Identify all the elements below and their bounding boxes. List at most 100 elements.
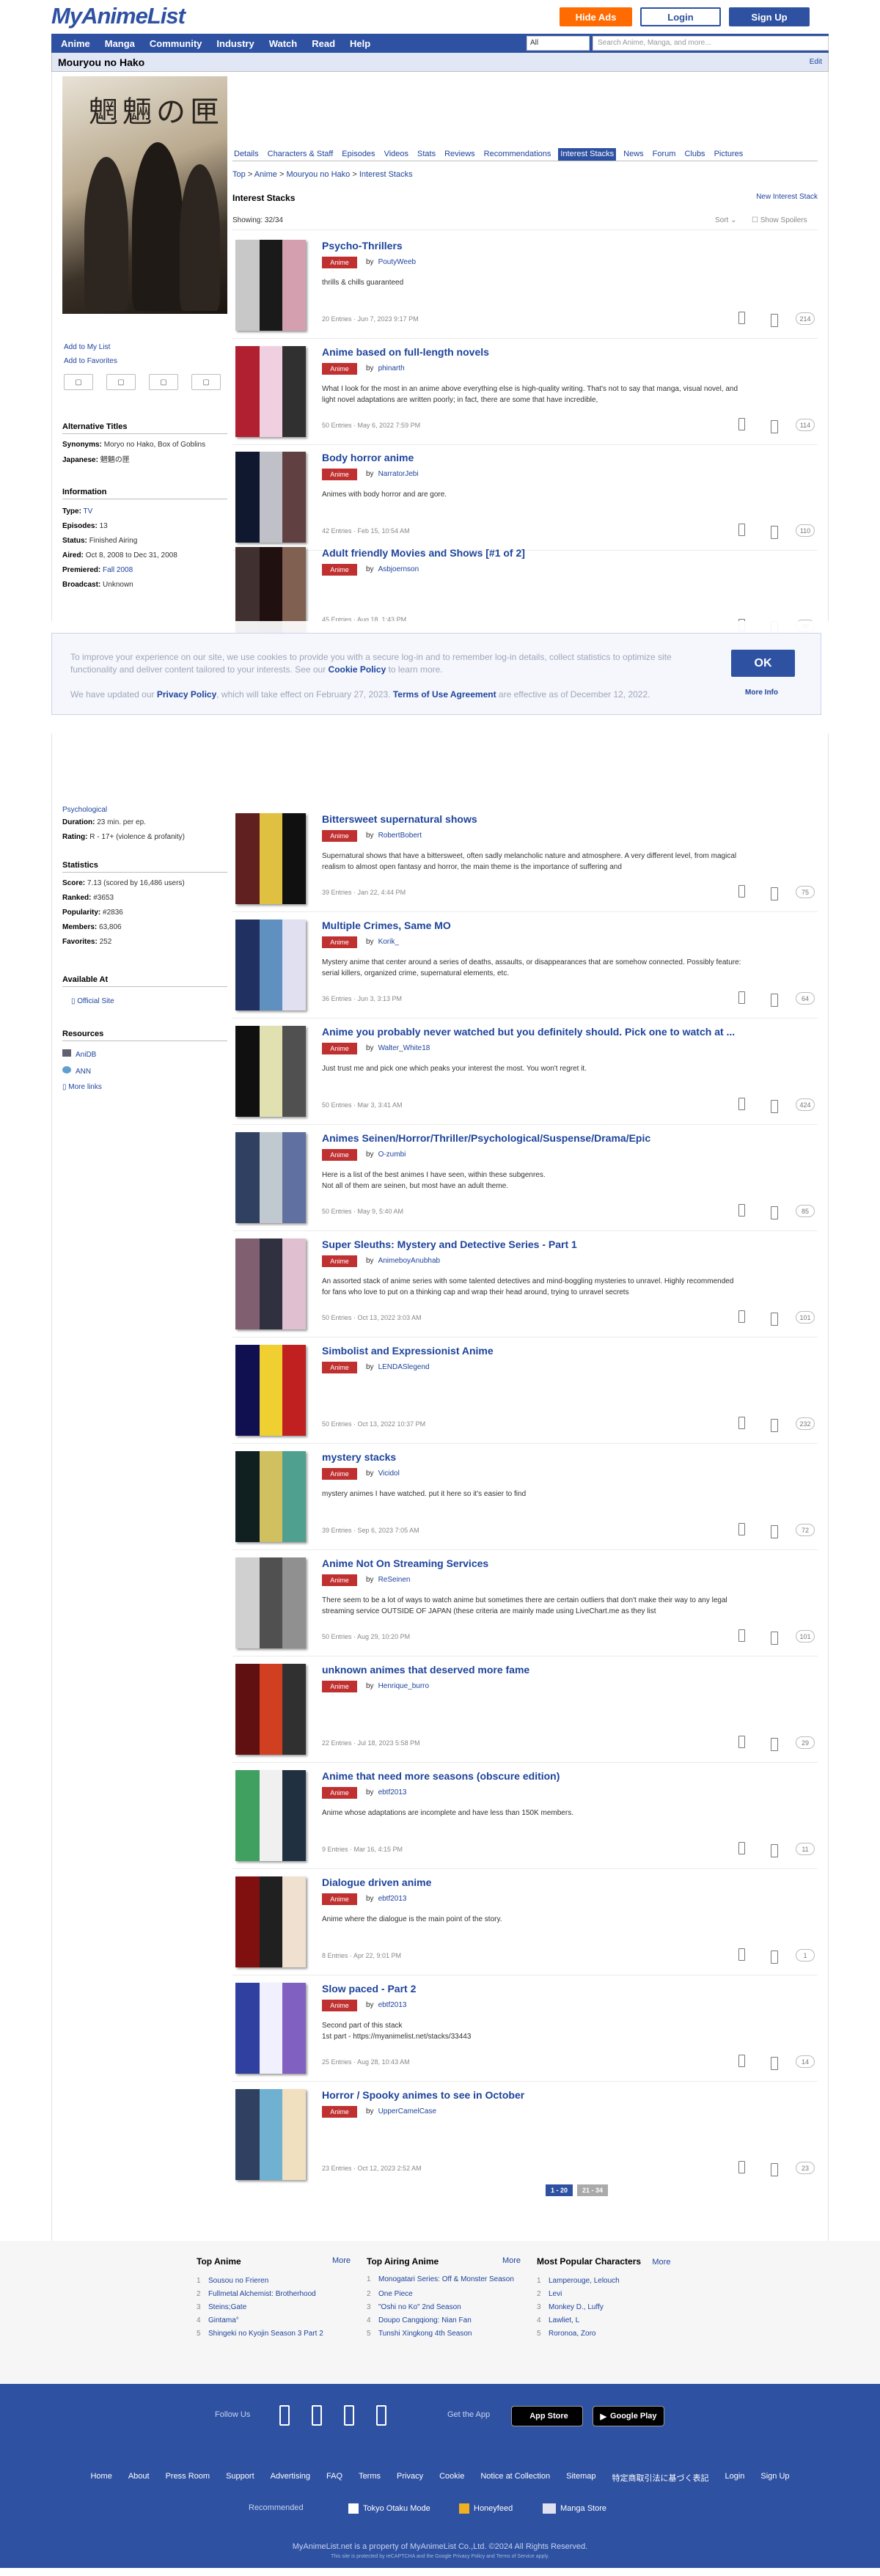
add-to-favorites-link[interactable]: Add to Favorites (64, 357, 117, 365)
stack-author-link[interactable]: ebtf2013 (378, 2001, 407, 2009)
stack-cover-image[interactable] (235, 1451, 306, 1542)
tab-forum[interactable]: Forum (651, 148, 678, 161)
stack-title[interactable]: Anime based on full-length novels (322, 346, 791, 358)
top-airing-item[interactable]: 2 One Piece (367, 2288, 521, 2301)
bookmark-icon[interactable] (771, 2057, 778, 2070)
add-to-list-link[interactable]: Add to My List (64, 343, 110, 351)
site-logo[interactable]: MyAnimeList (51, 3, 186, 29)
top-airing-item[interactable]: 1 Monogatari Series: Off & Monster Season (367, 2275, 521, 2285)
honeyfeed-link[interactable]: Honeyfeed (459, 2503, 513, 2514)
google-play-button[interactable]: ▶ Google Play (593, 2406, 664, 2426)
top-anime-item[interactable]: 4 Gintama° (197, 2314, 351, 2327)
footer-link-faq[interactable]: FAQ (326, 2472, 342, 2484)
edit-link[interactable]: Edit (810, 58, 822, 66)
comment-icon[interactable] (738, 2055, 745, 2067)
stack-title[interactable]: Horror / Spooky animes to see in October (322, 2089, 791, 2101)
stack-cover-image[interactable] (235, 1770, 306, 1861)
stack-author-link[interactable]: phinarth (378, 364, 405, 373)
stack-author-link[interactable]: NarratorJebi (378, 470, 419, 478)
top-character-item[interactable]: 3 Monkey D., Luffy (537, 2301, 691, 2314)
cookie-policy-link[interactable]: Cookie Policy (329, 664, 386, 675)
share-icon-2[interactable]: ▢ (106, 374, 136, 390)
search-type-select[interactable]: All (527, 36, 590, 51)
footer-link-sitemap[interactable]: Sitemap (566, 2472, 595, 2484)
stack-cover-image[interactable] (235, 2089, 306, 2180)
tab-news[interactable]: News (622, 148, 645, 161)
sort-dropdown[interactable]: Sort ⌄ (715, 216, 737, 224)
stack-cover-image[interactable] (235, 1132, 306, 1223)
twitter-icon[interactable] (312, 2405, 322, 2426)
stack-title[interactable]: Animes Seinen/Horror/Thriller/Psychologi… (322, 1132, 791, 1144)
footer-link-press[interactable]: Press Room (166, 2472, 210, 2484)
stack-cover-image[interactable] (235, 1239, 306, 1329)
bookmark-icon[interactable] (771, 526, 778, 539)
share-icon-1[interactable]: ▢ (64, 374, 93, 390)
stack-title[interactable]: Super Sleuths: Mystery and Detective Ser… (322, 1239, 791, 1250)
bookmark-icon[interactable] (771, 1419, 778, 1432)
stack-cover-image[interactable] (235, 452, 306, 543)
comment-icon[interactable] (738, 2161, 745, 2173)
tab-episodes[interactable]: Episodes (340, 148, 376, 161)
stack-title[interactable]: Body horror anime (322, 452, 791, 463)
login-button[interactable]: Login (640, 7, 721, 26)
nav-read[interactable]: Read (312, 38, 335, 49)
tab-pictures[interactable]: Pictures (713, 148, 745, 161)
footer-link-cookie[interactable]: Cookie (439, 2472, 464, 2484)
top-character-item[interactable]: 4 Lawliet, L (537, 2314, 691, 2327)
nav-help[interactable]: Help (350, 38, 370, 49)
stack-title[interactable]: Anime Not On Streaming Services (322, 1557, 791, 1569)
breadcrumb-title[interactable]: Mouryou no Hako (286, 170, 350, 179)
bookmark-icon[interactable] (771, 1525, 778, 1538)
nav-industry[interactable]: Industry (216, 38, 254, 49)
top-anime-item[interactable]: 2 Fullmetal Alchemist: Brotherhood (197, 2288, 351, 2301)
stack-author-link[interactable]: Walter_White18 (378, 1044, 430, 1052)
comment-icon[interactable] (738, 1523, 745, 1535)
top-character-item[interactable]: 1 Lamperouge, Lelouch (537, 2275, 691, 2288)
bookmark-icon[interactable] (771, 2163, 778, 2176)
ann-link[interactable]: ANN (62, 1066, 227, 1076)
footer-link-notice[interactable]: Notice at Collection (480, 2472, 550, 2484)
stack-cover-image[interactable] (235, 1345, 306, 1436)
comment-icon[interactable] (738, 312, 745, 324)
cookie-more-info-link[interactable]: More Info (745, 689, 778, 697)
page-2[interactable]: 21 - 34 (577, 2184, 609, 2196)
instagram-icon[interactable] (344, 2405, 354, 2426)
top-anime-item[interactable]: 5 Shingeki no Kyojin Season 3 Part 2 (197, 2327, 351, 2341)
tab-details[interactable]: Details (232, 148, 260, 161)
comment-icon[interactable] (738, 524, 745, 536)
facebook-icon[interactable] (279, 2405, 290, 2426)
tokyo-otaku-mode-link[interactable]: Tokyo Otaku Mode (348, 2503, 430, 2514)
cookie-ok-button[interactable]: OK (731, 650, 795, 677)
footer-link-about[interactable]: About (128, 2472, 150, 2484)
genre-tail[interactable]: Psychological (62, 805, 227, 815)
tab-stats[interactable]: Stats (416, 148, 437, 161)
nav-anime[interactable]: Anime (61, 38, 90, 49)
footer-link-signup[interactable]: Sign Up (760, 2472, 789, 2484)
top-airing-more[interactable]: More (502, 2256, 521, 2265)
stack-author-link[interactable]: PoutyWeeb (378, 258, 417, 266)
stack-author-link[interactable]: Korik_ (378, 938, 399, 946)
stack-author-link[interactable]: AnimeboyAnubhab (378, 1257, 441, 1265)
stack-author-link[interactable]: RobertBobert (378, 832, 422, 840)
comment-icon[interactable] (738, 991, 745, 1004)
top-airing-item[interactable]: 5 Tunshi Xingkong 4th Season (367, 2327, 521, 2341)
stack-title[interactable]: Bittersweet supernatural shows (322, 813, 791, 825)
nav-manga[interactable]: Manga (105, 38, 135, 49)
nav-community[interactable]: Community (150, 38, 202, 49)
comment-icon[interactable] (738, 418, 745, 430)
tab-videos[interactable]: Videos (383, 148, 410, 161)
stack-cover-image[interactable] (235, 1026, 306, 1117)
stack-author-link[interactable]: Vicidol (378, 1469, 400, 1478)
comment-icon[interactable] (738, 1736, 745, 1748)
stack-cover-image[interactable] (235, 1557, 306, 1648)
nav-watch[interactable]: Watch (269, 38, 298, 49)
stack-title[interactable]: Anime you probably never watched but you… (322, 1026, 791, 1038)
footer-link-privacy[interactable]: Privacy (397, 2472, 423, 2484)
stack-author-link[interactable]: ebtf2013 (378, 1788, 407, 1797)
stack-title[interactable]: Multiple Crimes, Same MO (322, 920, 791, 931)
footer-link-tokushoho[interactable]: 特定商取引法に基づく表記 (612, 2472, 708, 2484)
show-spoilers-toggle[interactable]: ☐ Show Spoilers (752, 216, 807, 224)
privacy-policy-link[interactable]: Privacy Policy (157, 689, 216, 700)
bookmark-icon[interactable] (771, 1632, 778, 1645)
official-site-link[interactable]: ▯ Official Site (71, 997, 236, 1006)
